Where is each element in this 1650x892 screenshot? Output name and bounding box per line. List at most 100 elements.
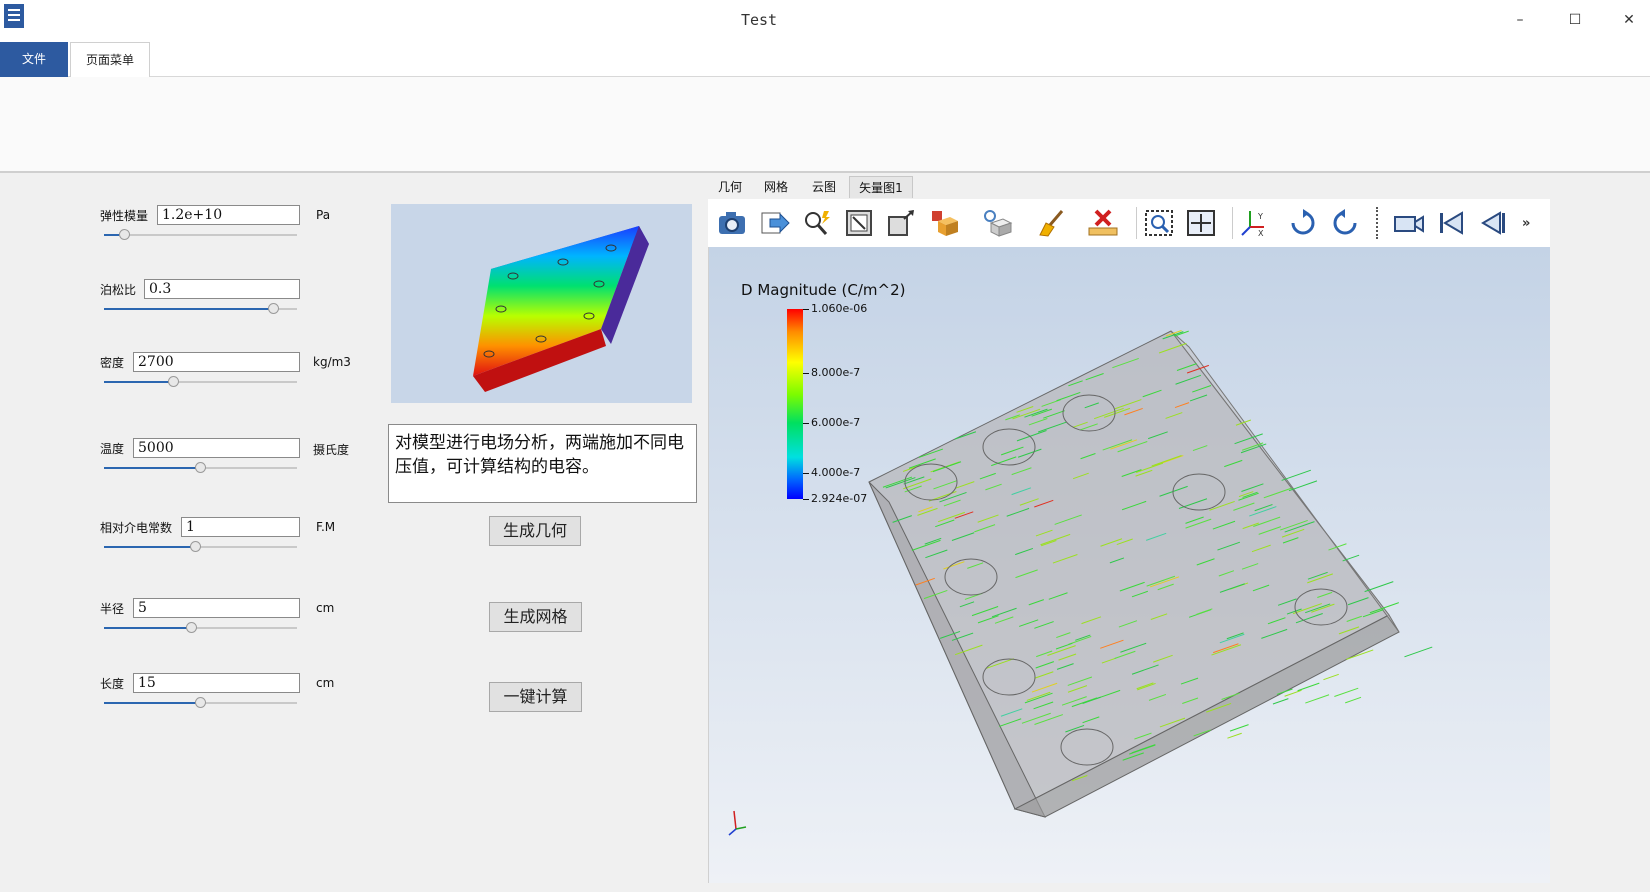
slider-thumb[interactable] [267,303,279,314]
slider-fill [104,308,273,310]
svg-text:»: » [1522,216,1530,231]
close-button[interactable]: ✕ [1609,8,1649,32]
rotate-ccw-icon[interactable] [1330,209,1360,237]
fit-view-icon[interactable] [1186,209,1216,237]
slider-thumb[interactable] [118,229,130,240]
shape-layers-icon[interactable] [930,209,960,237]
geometry-preview [391,204,692,403]
axes-triad-icon [728,810,747,836]
slider-thumb[interactable] [195,462,206,473]
svg-text:X: X [1258,229,1264,237]
frame-icon[interactable] [844,209,874,237]
slider-fill [104,467,198,469]
slider-fill [104,546,192,548]
param-input[interactable]: 1.2e+10 [157,205,300,225]
param-slider[interactable] [104,697,297,709]
generate-mesh-button[interactable]: 生成网格 [489,602,582,632]
vector-arrow [1404,646,1433,658]
box-arrow-icon[interactable] [886,209,916,237]
slider-fill [104,627,189,629]
param-label: 半径 [100,602,125,616]
broom-icon[interactable] [1036,209,1066,237]
vector-arrow [1288,480,1318,492]
light-cube-icon[interactable] [983,209,1013,237]
slider-thumb[interactable] [189,541,201,552]
param-input[interactable]: 0.3 [144,279,300,299]
vector-arrow [1227,732,1242,739]
param-slider[interactable] [104,462,297,474]
param-label: 相对介电常数 [100,521,173,535]
vector-arrow [1334,687,1359,697]
vector-arrow [1364,581,1394,593]
tab-vector-plot[interactable]: 矢量图1 [849,176,913,198]
param-input[interactable]: 5 [133,598,300,618]
param-unit: cm [316,601,335,615]
vector-arrow [1345,696,1362,704]
slider-fill [104,702,198,704]
more-icon[interactable]: » [1520,209,1536,237]
compute-button[interactable]: 一键计算 [489,682,582,712]
export-icon[interactable] [760,209,790,237]
param-slider[interactable] [104,303,297,315]
slider-fill [104,234,119,236]
tab-file[interactable]: 文件 [0,42,68,77]
zoom-pick-icon[interactable] [802,209,832,237]
tab-geometry[interactable]: 几何 [708,176,752,198]
vector-field-model [868,330,1433,818]
param-input[interactable]: 2700 [133,352,300,372]
zoom-box-icon[interactable] [1144,209,1174,237]
tab-page-menu[interactable]: 页面菜单 [70,42,150,78]
video-camera-icon[interactable] [1394,209,1424,237]
vector-arrow [1323,673,1339,681]
vector-arrow [1272,698,1289,705]
ribbon-area [0,77,1650,173]
camera-icon[interactable] [717,209,747,237]
first-frame-icon[interactable] [1436,209,1466,237]
tab-contour[interactable]: 云图 [802,176,846,198]
slider-thumb[interactable] [195,697,206,708]
vector-arrow [1297,682,1320,692]
param-label: 弹性模量 [100,209,149,223]
tab-mesh[interactable]: 网格 [754,176,798,198]
param-unit: Pa [316,208,331,222]
vector-arrow [1229,724,1249,732]
param-unit: cm [316,676,335,690]
rotate-cw-icon[interactable] [1288,209,1318,237]
maximize-button[interactable]: ☐ [1555,8,1595,32]
description-text: 对模型进行电场分析，两端施加不同电压值，可计算结构的电容。 [388,424,697,503]
viewer-toolbar: YX » [708,199,1550,247]
svg-text:Y: Y [1257,212,1263,221]
ruler-delete-icon[interactable] [1088,209,1118,237]
param-input[interactable]: 15 [133,673,300,693]
slider-track [104,234,297,236]
param-input[interactable]: 5000 [133,438,300,458]
prev-frame-icon[interactable] [1478,209,1508,237]
title-bar: Test – ☐ ✕ [0,0,1650,40]
preview-model-image [473,226,649,392]
toolbar-separator [1376,207,1378,239]
param-unit: kg/m3 [313,355,351,369]
param-label: 长度 [100,677,125,691]
param-unit: F.M [316,520,336,534]
param-slider[interactable] [104,376,297,388]
param-slider[interactable] [104,541,297,553]
3d-viewport[interactable]: D Magnitude (C/m^2) 1.060e-06 8.000e-7 6… [708,247,1550,883]
param-slider[interactable] [104,622,297,634]
slider-thumb[interactable] [167,376,179,387]
toolbar-separator [1136,207,1137,239]
param-label: 温度 [100,442,125,456]
param-label: 泊松比 [100,283,137,297]
minimize-button[interactable]: – [1500,8,1540,32]
param-label: 密度 [100,356,125,370]
generate-geometry-button[interactable]: 生成几何 [489,516,581,546]
vector-arrow [1281,469,1312,481]
slider-fill [104,381,170,383]
slider-thumb[interactable] [185,622,197,633]
window-title: Test [740,11,778,29]
toolbar-separator [1232,207,1233,239]
menu-tab-bar: 文件 页面菜单 [0,40,1650,78]
axes-icon[interactable]: YX [1238,209,1268,237]
param-input[interactable]: 1 [181,517,300,537]
vector-arrow [1305,694,1330,704]
param-slider[interactable] [104,229,297,241]
